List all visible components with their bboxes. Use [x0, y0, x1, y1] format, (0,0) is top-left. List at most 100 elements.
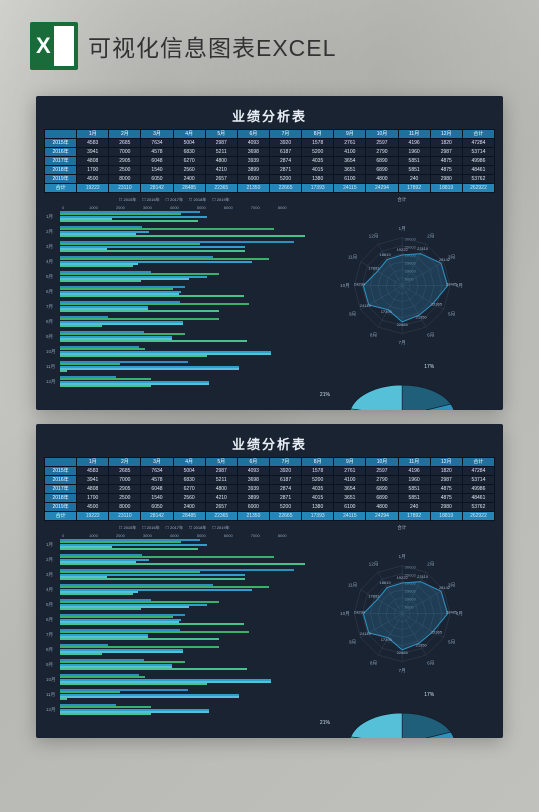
- column-header: 9月: [334, 130, 366, 139]
- svg-text:28485: 28485: [446, 282, 458, 287]
- bar-row: 11月: [46, 688, 305, 701]
- side-charts: 合计500010000150002000025000300001月2月3月4月5…: [309, 197, 495, 407]
- bar-row: 10月: [46, 673, 305, 686]
- table-row: 2019年45008000605024002657600052001380610…: [45, 503, 495, 512]
- table-row: 2016年39417000457868305211369861875200410…: [45, 148, 495, 157]
- svg-text:9月: 9月: [349, 312, 356, 318]
- svg-text:10月: 10月: [340, 611, 350, 617]
- column-header: 7月: [269, 458, 301, 467]
- bar-row: 6月: [46, 285, 305, 298]
- radar-chart: 合计500010000150002000025000300001月2月3月4月5…: [309, 197, 495, 354]
- column-header: 10月: [366, 130, 398, 139]
- bar-row: 8月: [46, 315, 305, 328]
- column-header: 1月: [77, 458, 109, 467]
- svg-text:22365: 22365: [431, 630, 443, 635]
- bar-row: 12月: [46, 703, 305, 716]
- svg-text:7月: 7月: [398, 668, 405, 674]
- table-total-row: 合计19222231102814228485223652135022665173…: [45, 184, 495, 193]
- bar-row: 5月: [46, 598, 305, 611]
- svg-text:1月: 1月: [398, 554, 405, 560]
- bar-row: 1月: [46, 538, 305, 551]
- svg-text:24115: 24115: [360, 303, 372, 308]
- column-header: 4月: [173, 458, 205, 467]
- table-row: 2016年39417000457868305211369861875200410…: [45, 476, 495, 485]
- bar-row: 7月: [46, 628, 305, 641]
- column-header: 12月: [430, 130, 462, 139]
- svg-text:6月: 6月: [427, 333, 434, 339]
- svg-text:18819: 18819: [379, 580, 391, 585]
- column-header: 6月: [237, 130, 269, 139]
- sheet-title: 业绩分析表: [44, 104, 495, 129]
- pie-label: 17%: [424, 364, 434, 370]
- header: X 可视化信息图表EXCEL: [0, 0, 539, 82]
- bar-row: 5月: [46, 270, 305, 283]
- svg-text:9月: 9月: [349, 640, 356, 646]
- table-row: 2018年17002500154025604210389928714015365…: [45, 166, 495, 175]
- column-header: 12月: [430, 458, 462, 467]
- chart-area: 2015年2016年2017年2018年2019年010002000300040…: [44, 525, 495, 735]
- column-header: 3月: [141, 458, 173, 467]
- column-header: 8月: [302, 458, 334, 467]
- svg-text:30000: 30000: [405, 564, 417, 569]
- svg-text:8月: 8月: [370, 661, 377, 667]
- svg-text:22665: 22665: [396, 322, 408, 327]
- svg-text:11月: 11月: [348, 254, 357, 260]
- svg-text:19222: 19222: [396, 575, 408, 580]
- table-row: 2017年48082905604862704800393928744035365…: [45, 485, 495, 494]
- svg-text:28142: 28142: [439, 585, 451, 590]
- data-table: 1月2月3月4月5月6月7月8月9月10月11月12月合计2015年458326…: [44, 457, 495, 521]
- pie-chart: 17%22%22%18%21%: [309, 354, 495, 410]
- column-header: 8月: [302, 130, 334, 139]
- svg-text:6月: 6月: [427, 661, 434, 667]
- bar-row: 8月: [46, 643, 305, 656]
- dashboard-preview: 业绩分析表1月2月3月4月5月6月7月8月9月10月11月12月合计2015年4…: [36, 424, 503, 738]
- table-row: 2018年17002500154025604210389928714015365…: [45, 494, 495, 503]
- svg-text:21350: 21350: [415, 643, 427, 648]
- svg-text:12月: 12月: [368, 233, 378, 239]
- svg-text:2月: 2月: [427, 233, 434, 239]
- column-header: 合计: [462, 130, 494, 139]
- svg-text:1月: 1月: [398, 226, 405, 232]
- pie-label: 21%: [320, 392, 330, 398]
- bar-row: 12月: [46, 375, 305, 388]
- svg-text:2月: 2月: [427, 561, 434, 567]
- svg-text:5月: 5月: [448, 312, 455, 318]
- pie-label: 21%: [320, 720, 330, 726]
- svg-text:24294: 24294: [354, 610, 366, 615]
- svg-text:22365: 22365: [431, 302, 443, 307]
- dashboard-preview: 业绩分析表1月2月3月4月5月6月7月8月9月10月11月12月合计2015年4…: [36, 96, 503, 410]
- bar-chart: 2015年2016年2017年2018年2019年010002000300040…: [44, 525, 305, 735]
- table-row: 2017年48082905604862704800393928744035365…: [45, 157, 495, 166]
- radar-svg: 500010000150002000025000300001月2月3月4月5月6…: [309, 203, 495, 360]
- svg-text:23110: 23110: [417, 246, 429, 251]
- sheet-title: 业绩分析表: [44, 432, 495, 457]
- bar-row: 11月: [46, 360, 305, 373]
- pie-label: 17%: [424, 692, 434, 698]
- svg-text:28142: 28142: [439, 257, 451, 262]
- svg-text:22665: 22665: [396, 650, 408, 655]
- pie-svg: [309, 354, 495, 410]
- column-header: 9月: [334, 458, 366, 467]
- svg-text:30000: 30000: [405, 236, 417, 241]
- chart-area: 2015年2016年2017年2018年2019年010002000300040…: [44, 197, 495, 407]
- svg-text:5月: 5月: [448, 640, 455, 646]
- svg-text:21350: 21350: [415, 315, 427, 320]
- svg-text:10月: 10月: [340, 283, 350, 289]
- svg-text:8月: 8月: [370, 333, 377, 339]
- svg-text:12月: 12月: [368, 561, 378, 567]
- column-header: 2月: [109, 458, 141, 467]
- svg-text:24294: 24294: [354, 282, 366, 287]
- column-header: 2月: [109, 130, 141, 139]
- svg-text:24115: 24115: [360, 631, 372, 636]
- svg-text:17393: 17393: [380, 309, 392, 314]
- pie-chart: 17%22%22%18%21%: [309, 682, 495, 738]
- column-header: 5月: [205, 458, 237, 467]
- column-header: [45, 130, 77, 139]
- radar-svg: 500010000150002000025000300001月2月3月4月5月6…: [309, 531, 495, 688]
- table-row: 2019年45008000605024002657600052001380610…: [45, 175, 495, 184]
- bar-legend: 2015年2016年2017年2018年2019年: [44, 525, 305, 533]
- side-charts: 合计500010000150002000025000300001月2月3月4月5…: [309, 525, 495, 735]
- column-header: 7月: [269, 130, 301, 139]
- bar-row: 2月: [46, 553, 305, 566]
- column-header: 11月: [398, 130, 430, 139]
